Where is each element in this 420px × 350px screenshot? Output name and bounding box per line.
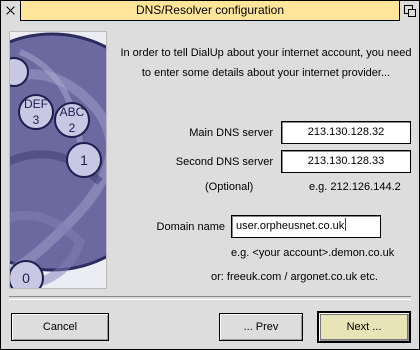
domain-name-field[interactable]: user.orpheusnet.co.uk — [231, 215, 381, 238]
cancel-button[interactable]: Cancel — [11, 313, 109, 341]
second-dns-field[interactable]: 213.130.128.33 — [281, 150, 411, 173]
prev-button[interactable]: ... Prev — [219, 313, 303, 341]
key-1-digit: 1 — [80, 152, 88, 168]
intro-text: In order to tell DialUp about your inter… — [120, 47, 412, 79]
close-icon[interactable] — [1, 1, 21, 21]
window-title: DNS/Resolver configuration — [135, 3, 285, 17]
domain-hint-example: e.g. <your account>.demon.co.uk — [231, 247, 395, 259]
example-dns-hint: e.g. 212.126.144.2 — [309, 181, 401, 193]
domain-name-label: Domain name — [156, 221, 225, 233]
second-dns-label: Second DNS server — [175, 156, 273, 168]
key-0-digit: 0 — [22, 270, 30, 286]
dialog-window: DNS/Resolver configuration DEF 3 ABC 2 1… — [0, 0, 420, 350]
toggle-size-icon[interactable] — [399, 1, 419, 21]
key-3-letters: DEF — [24, 97, 48, 111]
divider — [9, 296, 411, 300]
main-dns-field[interactable]: 213.130.128.32 — [281, 121, 411, 144]
optional-label: (Optional) — [205, 181, 254, 193]
text-caret — [345, 218, 347, 231]
main-dns-label: Main DNS server — [189, 127, 273, 139]
phone-keypad-image: DEF 3 ABC 2 1 0 — [9, 31, 107, 289]
domain-name-value: user.orpheusnet.co.uk — [236, 220, 345, 232]
keypad-illustration: DEF 3 ABC 2 1 0 — [10, 32, 106, 288]
key-2-digit: 2 — [69, 121, 76, 135]
key-2-letters: ABC — [60, 105, 85, 119]
key-3-digit: 3 — [33, 113, 40, 127]
next-button[interactable]: Next ... — [317, 311, 411, 343]
title-bar[interactable]: DNS/Resolver configuration — [1, 1, 419, 21]
domain-hint-alternatives: or: freeuk.com / argonet.co.uk etc. — [211, 271, 378, 283]
